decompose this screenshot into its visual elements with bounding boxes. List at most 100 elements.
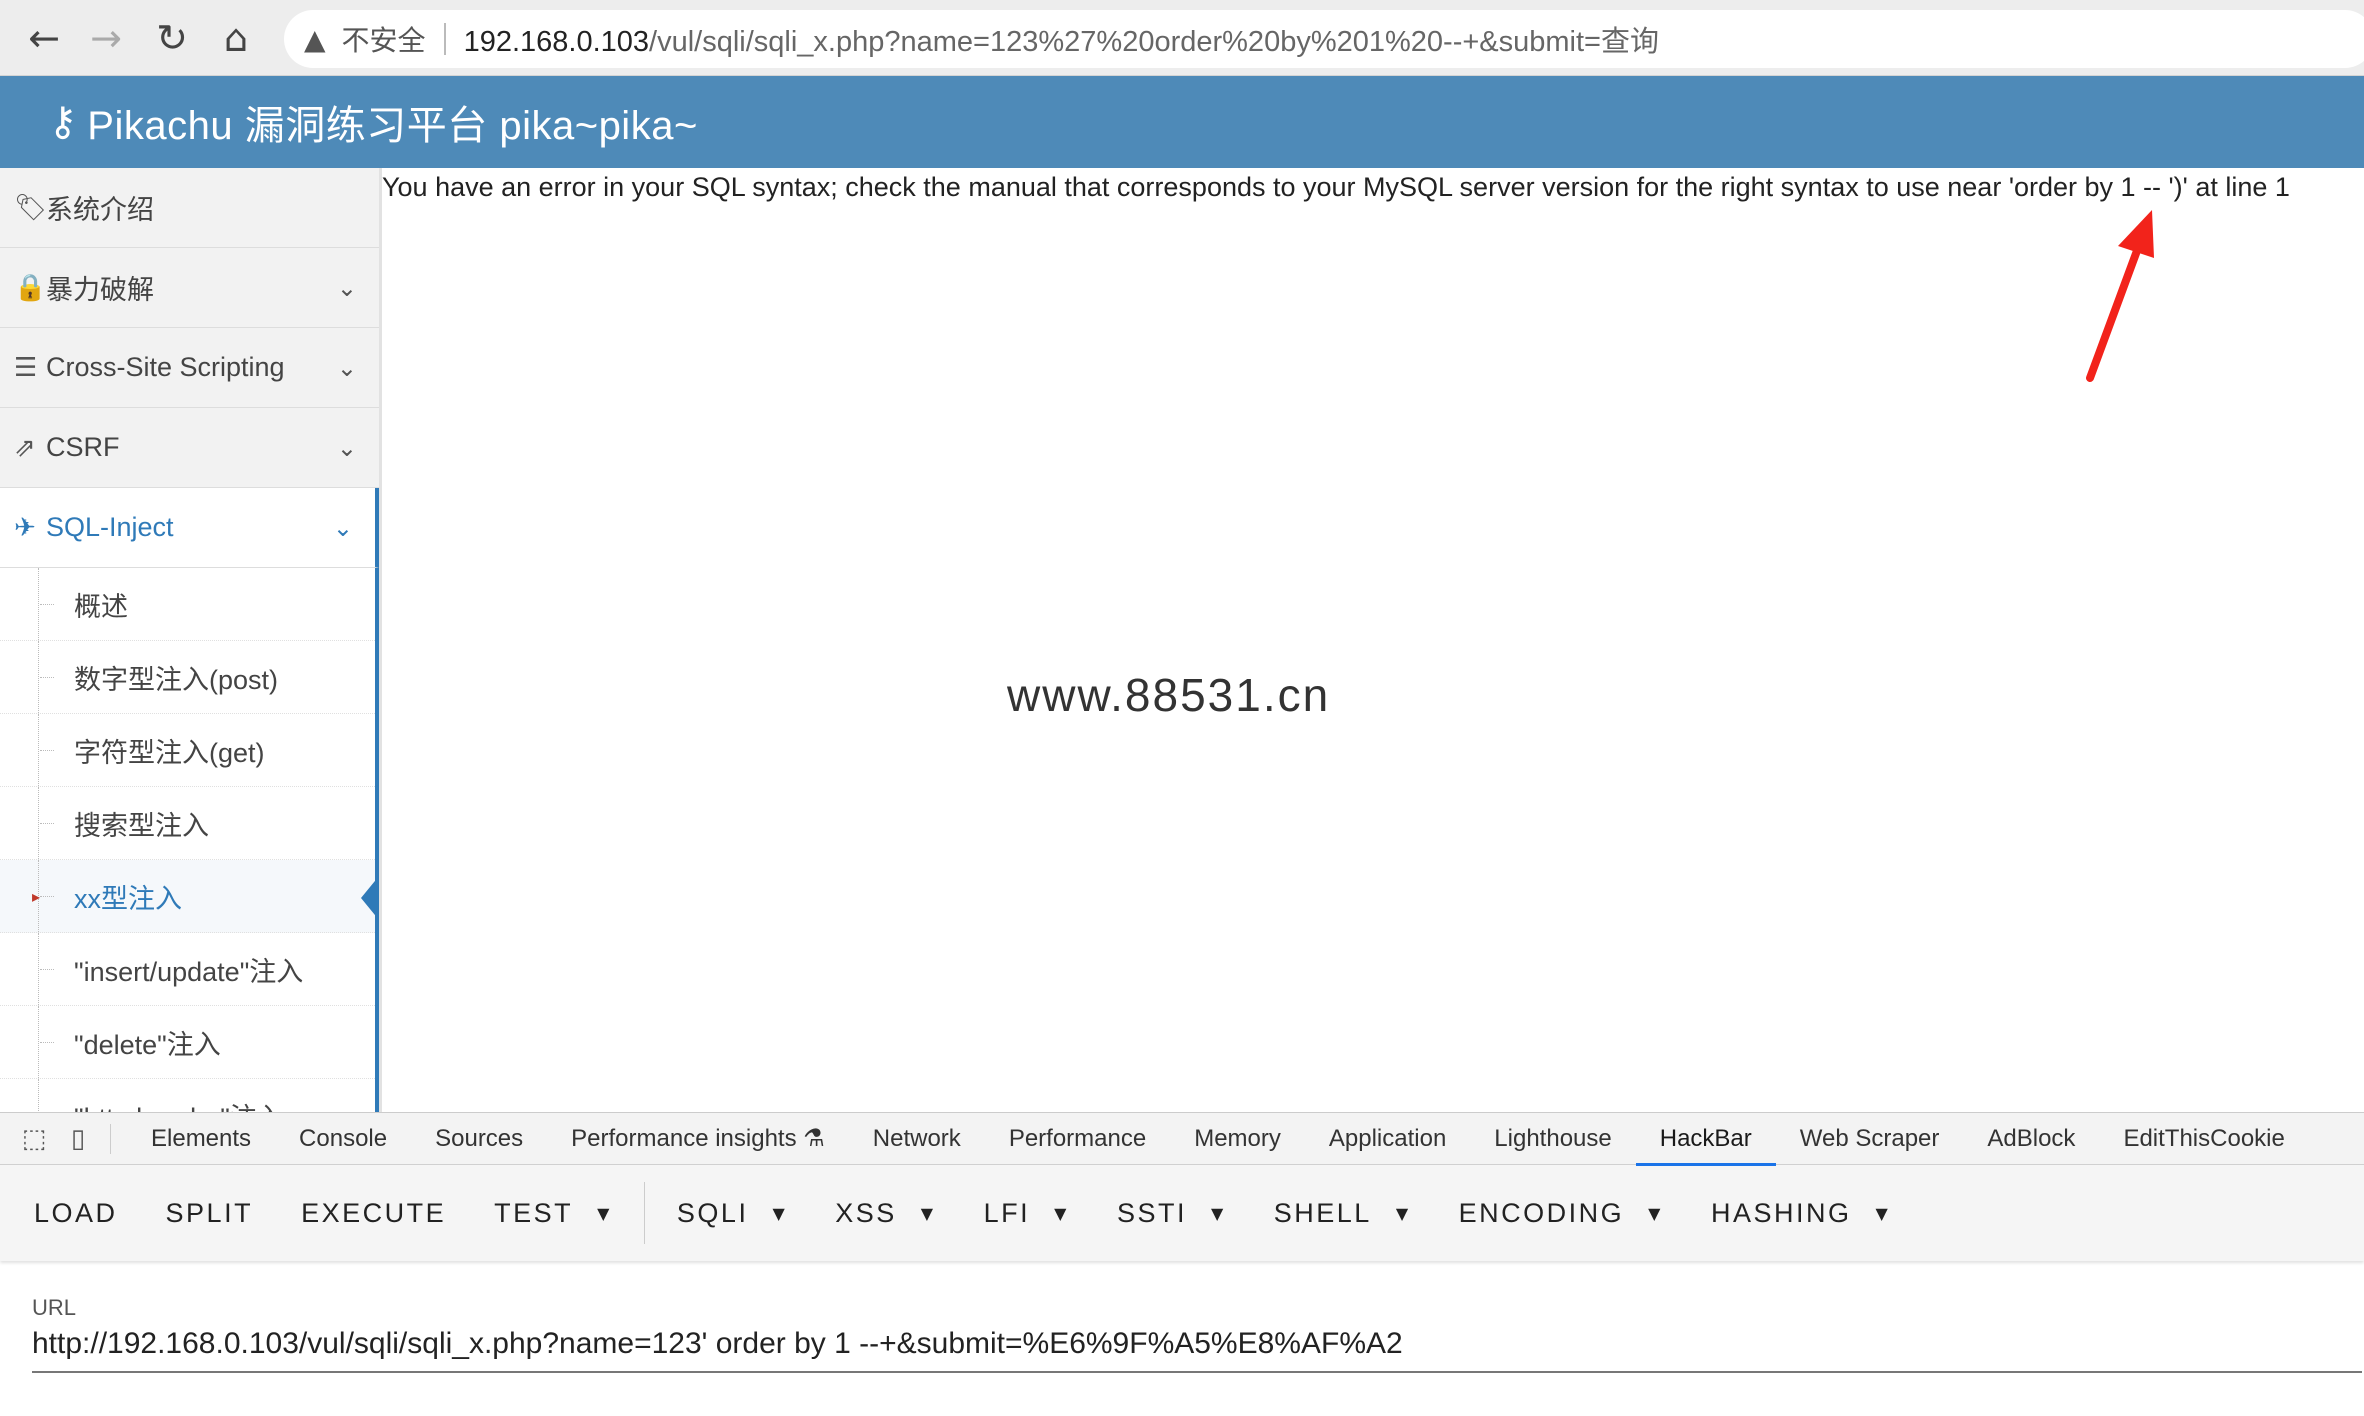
home-button[interactable]: ⌂ — [212, 14, 260, 62]
toolbar-divider — [643, 1182, 645, 1244]
red-arrow-icon — [2086, 210, 2154, 382]
execute-button-label: EXECUTE — [301, 1197, 447, 1228]
devtools-panel: ⬚ ▯ Elements Console Sources Performance… — [0, 1112, 2364, 1416]
back-button[interactable]: ← — [20, 14, 68, 62]
execute-button[interactable]: EXECUTE — [301, 1198, 446, 1229]
sidebar-item-sqli[interactable]: ✈ SQL-Inject ⌄ — [0, 488, 379, 568]
app-header: ⚷ Pikachu 漏洞练习平台 pika~pika~ — [0, 76, 2364, 168]
reload-button[interactable]: ↻ — [148, 14, 196, 62]
caret-down-icon: ▼ — [597, 1203, 612, 1223]
submenu-item-label: 数字型注入(post) — [74, 664, 279, 695]
sidebar-item-label: 系统介绍 — [46, 195, 154, 225]
shell-dropdown-label: SHELL — [1273, 1197, 1372, 1228]
key-icon: ⚷ — [48, 99, 78, 145]
tab-memory[interactable]: Memory — [1170, 1113, 1305, 1165]
caret-down-icon: ▼ — [1210, 1203, 1226, 1223]
sidebar-item-intro[interactable]: 🏷 系统介绍 — [0, 168, 379, 248]
main-content: You have an error in your SQL syntax; ch… — [382, 168, 2364, 1112]
tab-performance-insights[interactable]: Performance insights ⚗ — [547, 1113, 849, 1165]
caret-down-icon: ▼ — [1875, 1203, 1891, 1223]
chevron-down-icon: ⌄ — [336, 273, 357, 302]
tab-application[interactable]: Application — [1305, 1113, 1470, 1165]
split-button-label: SPLIT — [165, 1197, 254, 1228]
sidebar: 🏷 系统介绍 🔒 暴力破解 ⌄ ☰ Cross-Site Scripting ⌄… — [0, 168, 382, 1112]
shell-dropdown[interactable]: SHELL ▼ — [1274, 1198, 1411, 1229]
address-bar[interactable]: ▲ 不安全 192.168.0.103/vul/sqli/sqli_x.php?… — [284, 10, 2364, 68]
caret-down-icon: ▼ — [772, 1203, 788, 1223]
load-button[interactable]: LOAD — [34, 1198, 118, 1229]
caret-down-icon: ▼ — [1648, 1203, 1663, 1223]
submenu-item-search[interactable]: 搜索型注入 — [0, 787, 375, 860]
xss-dropdown[interactable]: XSS ▼ — [835, 1198, 935, 1229]
url-host: 192.168.0.103 — [463, 26, 650, 58]
chevron-down-icon: ⌄ — [336, 353, 357, 382]
tab-divider — [110, 1123, 111, 1154]
sidebar-item-xss[interactable]: ☰ Cross-Site Scripting ⌄ — [0, 328, 379, 408]
tab-sources[interactable]: Sources — [411, 1113, 547, 1165]
caret-down-icon: ▼ — [1395, 1203, 1411, 1223]
sql-error-message: You have an error in your SQL syntax; ch… — [382, 172, 2290, 202]
url-field[interactable]: http://192.168.0.103/vul/sqli/sqli_x.php… — [32, 1327, 2364, 1361]
hackbar-toolbar: LOAD SPLIT EXECUTE TEST ▼ SQLI ▼ XSS ▼ LFI ▼… — [0, 1165, 2364, 1261]
ssti-dropdown[interactable]: SSTI ▼ — [1117, 1198, 1226, 1229]
tab-adblock[interactable]: AdBlock — [1963, 1113, 2099, 1165]
devtools-tab-bar: ⬚ ▯ Elements Console Sources Performance… — [0, 1113, 2364, 1166]
tab-web-scraper[interactable]: Web Scraper — [1776, 1113, 1964, 1165]
tab-editthiscookie[interactable]: EditThisCookie — [2099, 1113, 2308, 1165]
share-icon: ⇗ — [14, 432, 36, 463]
submenu-item-label: "http header"注入 — [74, 1096, 284, 1113]
submenu-item-label: xx型注入 — [74, 883, 182, 914]
test-dropdown-label: TEST — [494, 1197, 574, 1228]
url-field-underline — [32, 1371, 2362, 1373]
submenu-item-delete[interactable]: "delete"注入 — [0, 1006, 375, 1079]
active-indicator — [361, 876, 379, 920]
device-toolbar-icon[interactable]: ▯ — [56, 1117, 100, 1161]
sqli-dropdown-label: SQLI — [676, 1197, 749, 1228]
lfi-dropdown[interactable]: LFI ▼ — [984, 1198, 1069, 1229]
app-title[interactable]: Pikachu 漏洞练习平台 pika~pika~ — [87, 93, 698, 151]
chevron-down-icon: ⌄ — [332, 513, 353, 542]
split-button[interactable]: SPLIT — [166, 1198, 254, 1229]
caret-down-icon: ▼ — [920, 1203, 936, 1223]
forward-button[interactable]: → — [82, 14, 130, 62]
lock-icon: 🔒 — [14, 272, 47, 303]
inspect-element-icon[interactable]: ⬚ — [12, 1117, 56, 1161]
url-field-label: URL — [32, 1295, 77, 1320]
watermark-text: www.88531.cn — [1007, 669, 1331, 721]
browser-toolbar: ← → ↻ ⌂ ▲ 不安全 192.168.0.103/vul/sqli/sql… — [0, 0, 2364, 76]
active-bullet-icon: ▸ — [32, 886, 41, 906]
ssti-dropdown-label: SSTI — [1116, 1197, 1187, 1228]
sidebar-item-label: SQL-Inject — [46, 512, 174, 542]
submenu-item-numeric[interactable]: 数字型注入(post) — [0, 641, 375, 714]
arrow-head — [2118, 210, 2154, 258]
encoding-dropdown[interactable]: ENCODING ▼ — [1459, 1198, 1663, 1229]
test-dropdown[interactable]: TEST ▼ — [494, 1198, 612, 1229]
url-path: /vul/sqli/sqli_x.php?name=123%27%20order… — [649, 26, 1659, 58]
tab-hackbar[interactable]: HackBar — [1635, 1113, 1776, 1166]
sidebar-item-bruteforce[interactable]: 🔒 暴力破解 ⌄ — [0, 248, 379, 328]
submenu-item-insert-update[interactable]: "insert/update"注入 — [0, 933, 375, 1006]
tab-console[interactable]: Console — [275, 1113, 411, 1165]
submenu-item-label: 概述 — [74, 591, 128, 622]
tab-network[interactable]: Network — [849, 1113, 985, 1165]
address-url[interactable]: 192.168.0.103/vul/sqli/sqli_x.php?name=1… — [464, 18, 1659, 60]
submenu-item-xx[interactable]: ▸ xx型注入 — [0, 860, 379, 933]
hackbar-url-panel: URL http://192.168.0.103/vul/sqli/sqli_x… — [0, 1261, 2364, 1373]
tab-elements[interactable]: Elements — [127, 1113, 275, 1165]
submenu-item-string[interactable]: 字符型注入(get) — [0, 714, 375, 787]
warning-icon[interactable]: ▲ — [304, 23, 326, 56]
sidebar-item-csrf[interactable]: ⇗ CSRF ⌄ — [0, 408, 379, 488]
submenu-item-overview[interactable]: 概述 — [0, 568, 375, 641]
tab-performance[interactable]: Performance — [985, 1113, 1170, 1165]
hashing-dropdown[interactable]: HASHING ▼ — [1711, 1198, 1890, 1229]
sqli-submenu: 概述 数字型注入(post) 字符型注入(get) 搜索型注入 ▸ xx型注入 … — [0, 568, 379, 1112]
insecure-label[interactable]: 不安全 — [342, 19, 426, 59]
sidebar-item-label: CSRF — [46, 432, 120, 462]
tab-lighthouse[interactable]: Lighthouse — [1470, 1113, 1635, 1165]
submenu-item-label: "delete"注入 — [74, 1029, 221, 1060]
submenu-item-http-header[interactable]: "http header"注入 — [0, 1079, 375, 1112]
sidebar-item-label: 暴力破解 — [46, 275, 154, 305]
xss-dropdown-label: XSS — [835, 1197, 897, 1228]
sqli-dropdown[interactable]: SQLI ▼ — [677, 1198, 787, 1229]
submenu-item-label: 搜索型注入 — [74, 810, 209, 841]
